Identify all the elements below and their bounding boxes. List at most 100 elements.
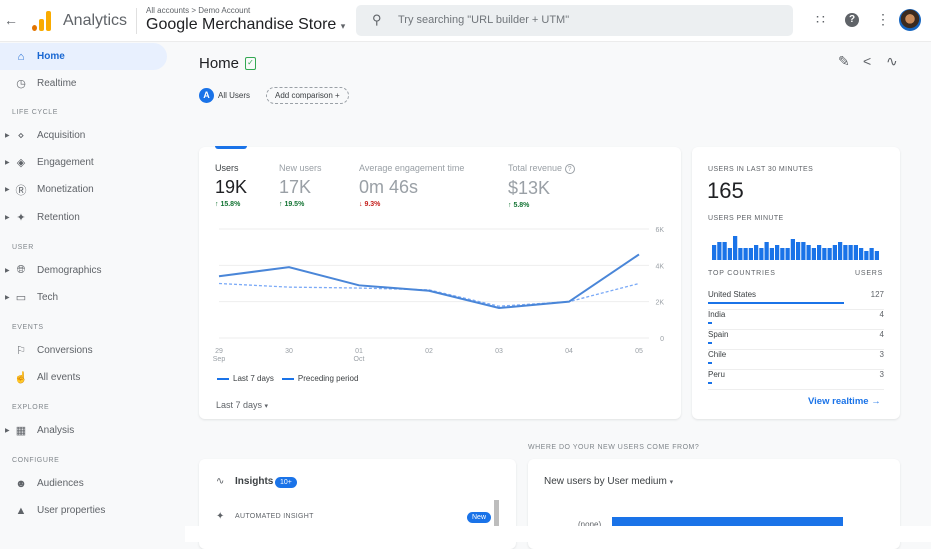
add-comparison-button[interactable]: Add comparison +: [266, 87, 349, 104]
per-minute-bar[interactable]: [722, 242, 727, 260]
country-row[interactable]: Spain 4: [708, 330, 884, 350]
per-minute-bar[interactable]: [733, 236, 738, 260]
country-name: Spain: [708, 330, 729, 339]
per-minute-bar[interactable]: [843, 245, 848, 260]
sidebar-item-analysis[interactable]: ▶ ▦ Analysis: [0, 417, 167, 444]
report-status-icon[interactable]: ✓: [245, 57, 256, 70]
metric-label: Average engagement time: [359, 163, 465, 173]
sidebar-item-tech[interactable]: ▶ ▭ Tech: [0, 284, 167, 311]
analysis-icon: ▦: [15, 425, 27, 437]
customize-report-icon[interactable]: ✎: [838, 53, 850, 70]
segment-label[interactable]: All Users: [218, 91, 250, 100]
sparkle-icon: ✦: [216, 511, 225, 522]
per-minute-bar[interactable]: [827, 248, 832, 260]
per-minute-bar[interactable]: [869, 248, 874, 260]
per-minute-bar[interactable]: [817, 245, 822, 260]
legend-label: Preceding period: [297, 374, 359, 383]
sidebar-item-demographics[interactable]: ▶ 🌐︎ Demographics: [0, 257, 167, 284]
per-minute-bar[interactable]: [859, 248, 864, 260]
country-row[interactable]: Peru 3: [708, 370, 884, 390]
country-row[interactable]: India 4: [708, 310, 884, 330]
per-minute-bar[interactable]: [743, 248, 748, 260]
sidebar-item-label: Realtime: [37, 78, 77, 89]
sidebar-item-realtime[interactable]: ◷ Realtime: [0, 70, 167, 97]
per-minute-bar[interactable]: [801, 242, 806, 260]
sidebar-item-all-events[interactable]: ☝ All events: [0, 364, 167, 391]
sidebar-item-conversions[interactable]: ⚐ Conversions: [0, 337, 167, 364]
x-tick-label: 05: [635, 348, 643, 355]
user-properties-icon: ▲: [15, 504, 27, 517]
help-circle-icon[interactable]: ?: [564, 164, 575, 174]
series-line-last-7-days: [218, 253, 640, 310]
metric-label-text: Total revenue: [508, 163, 563, 173]
metric-new-users[interactable]: New users 17K ↑ 19.5%: [279, 163, 322, 208]
date-range-selector[interactable]: Last 7 days ▾: [216, 400, 268, 410]
sidebar-item-engagement[interactable]: ▶ ◈ Engagement: [0, 149, 167, 176]
per-minute-label: USERS PER MINUTE: [708, 215, 784, 222]
users-per-minute-chart: [712, 236, 879, 260]
per-minute-bar[interactable]: [717, 242, 722, 260]
scrollbar[interactable]: [494, 500, 499, 526]
per-minute-bar[interactable]: [754, 245, 759, 260]
section-user: USER: [12, 244, 34, 251]
app-name: Analytics: [63, 12, 128, 29]
home-icon: ⌂: [17, 50, 25, 63]
per-minute-bar[interactable]: [775, 245, 780, 260]
help-icon[interactable]: ?: [845, 13, 859, 27]
apps-grid-icon[interactable]: ∷: [816, 11, 825, 28]
per-minute-bar[interactable]: [748, 248, 753, 260]
per-minute-bar[interactable]: [712, 245, 717, 260]
metric-avg-engagement[interactable]: Average engagement time 0m 46s ↓ 9.3%: [359, 163, 464, 208]
new-users-dimension-selector[interactable]: New users by User medium ▾: [544, 476, 673, 487]
property-selector[interactable]: Google Merchandise Store ▾: [146, 16, 345, 34]
per-minute-bar[interactable]: [785, 248, 790, 260]
section-life-cycle: LIFE CYCLE: [12, 109, 59, 116]
per-minute-bar[interactable]: [796, 242, 801, 260]
per-minute-bar[interactable]: [864, 251, 869, 260]
chart-legend: Last 7 days Preceding period: [217, 374, 358, 383]
country-row[interactable]: Chile 3: [708, 350, 884, 370]
insights-icon[interactable]: ∿: [886, 53, 898, 70]
per-minute-bar[interactable]: [806, 245, 811, 260]
y-tick-label: 2K: [655, 300, 664, 307]
sidebar-item-acquisition[interactable]: ▶ ⋄ Acquisition: [0, 122, 167, 149]
per-minute-bar[interactable]: [874, 251, 879, 260]
sidebar-item-label: Conversions: [37, 345, 93, 356]
share-icon[interactable]: <: [863, 53, 871, 69]
view-realtime-link[interactable]: View realtime →: [808, 396, 881, 407]
per-minute-bar[interactable]: [759, 248, 764, 260]
segment-avatar[interactable]: A: [199, 88, 214, 103]
y-tick-label: 0: [660, 336, 664, 343]
per-minute-bar[interactable]: [838, 242, 843, 260]
per-minute-bar[interactable]: [811, 248, 816, 260]
per-minute-bar[interactable]: [822, 248, 827, 260]
sidebar-item-label: Analysis: [37, 425, 75, 436]
country-row[interactable]: United States 127: [708, 290, 884, 310]
x-tick-sublabel: Sep: [213, 356, 226, 363]
per-minute-bar[interactable]: [769, 248, 774, 260]
country-share-bar: [708, 302, 844, 304]
sidebar-item-monetization[interactable]: ▶ Ⓡ Monetization: [0, 176, 167, 203]
back-arrow-icon[interactable]: ←: [4, 12, 18, 28]
sidebar-item-user-properties[interactable]: ▲ User properties: [0, 497, 167, 524]
sidebar-item-home[interactable]: ⌂ Home: [0, 43, 167, 70]
per-minute-bar[interactable]: [832, 245, 837, 260]
avatar[interactable]: [899, 9, 921, 31]
per-minute-bar[interactable]: [738, 248, 743, 260]
per-minute-bar[interactable]: [780, 248, 785, 260]
per-minute-bar[interactable]: [848, 245, 853, 260]
sidebar-item-label: User properties: [37, 505, 106, 516]
metric-users[interactable]: Users 19K ↑ 15.8%: [215, 163, 247, 208]
per-minute-bar[interactable]: [790, 239, 795, 260]
breadcrumb[interactable]: All accounts > Demo Account: [146, 6, 250, 15]
metric-total-revenue[interactable]: Total revenue ? $13K ↑ 5.8%: [508, 163, 575, 209]
sidebar-item-retention[interactable]: ▶ ✦ Retention: [0, 204, 167, 231]
per-minute-bar[interactable]: [853, 245, 858, 260]
top-bar: ← Analytics All accounts > Demo Account …: [0, 0, 931, 42]
more-vert-icon[interactable]: ⋮: [876, 11, 890, 28]
analytics-logo-icon: [32, 11, 52, 31]
per-minute-bar[interactable]: [764, 242, 769, 260]
per-minute-bar[interactable]: [727, 248, 732, 260]
search-input[interactable]: ⚲ Try searching "URL builder + UTM": [356, 5, 793, 36]
sidebar-item-audiences[interactable]: ☻ Audiences: [0, 470, 167, 497]
